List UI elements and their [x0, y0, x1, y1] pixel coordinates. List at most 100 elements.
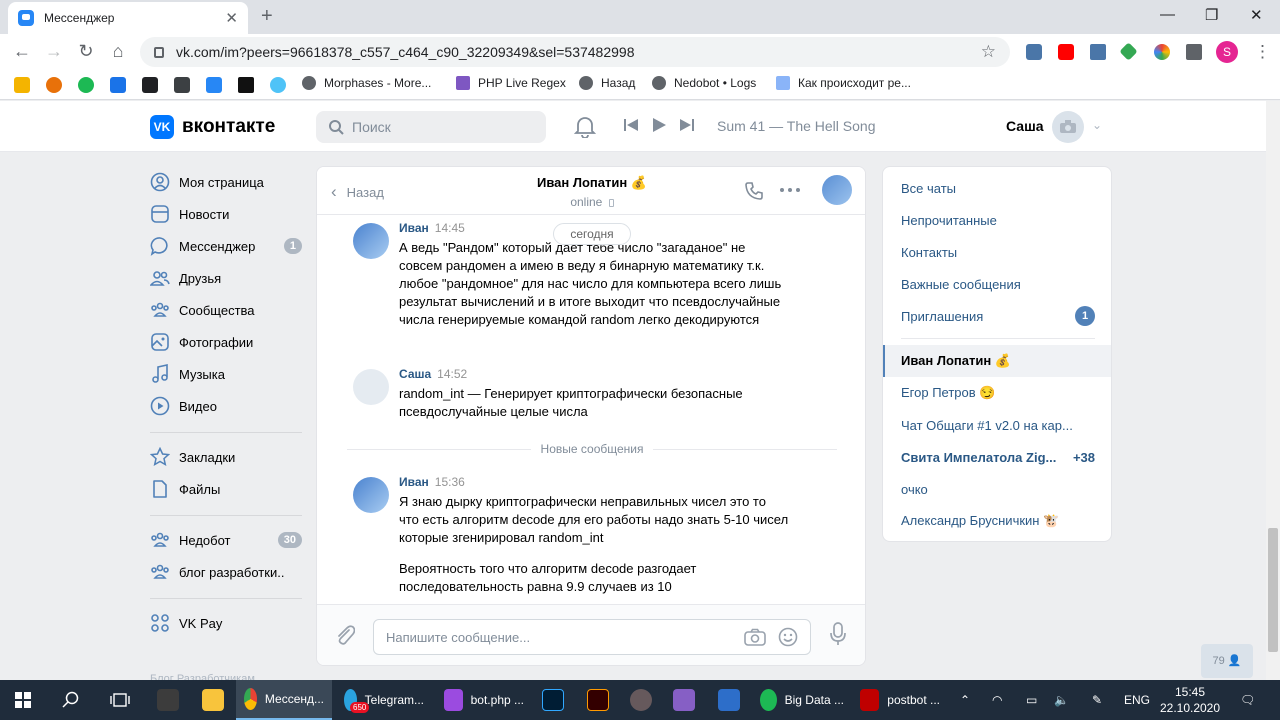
puzzle-extensions-icon[interactable]: [1186, 44, 1202, 60]
vk-extension-icon[interactable]: [1026, 44, 1042, 60]
message[interactable]: Иван 15:36 Я знаю дырку криптографически …: [353, 475, 833, 545]
menu-item-files[interactable]: Файлы: [150, 474, 302, 504]
bookmark-c-icon[interactable]: [238, 77, 254, 93]
dialog-item[interactable]: Чат Общаги #1 v2.0 на кар...: [883, 409, 1111, 441]
taskbar-spotify[interactable]: Big Data ...: [752, 680, 852, 720]
new-tab-icon[interactable]: +: [261, 5, 273, 28]
dialog-item-unread[interactable]: Свита Импелатола Zig... +38: [883, 441, 1111, 473]
chevron-down-icon[interactable]: ⌄: [1092, 118, 1102, 132]
battery-icon[interactable]: ▭: [1026, 680, 1037, 720]
illustrator-icon[interactable]: [587, 689, 609, 711]
chrome-menu-icon[interactable]: ⋮: [1254, 42, 1271, 62]
bookmark-icon[interactable]: [78, 77, 94, 93]
extension-icon[interactable]: [1154, 44, 1170, 60]
bookmark-icon[interactable]: [270, 77, 286, 93]
notifications-icon[interactable]: 🗨: [1240, 680, 1255, 720]
dialog-item[interactable]: очко: [883, 473, 1111, 505]
message-author[interactable]: Иван: [399, 221, 429, 235]
taskbar-phpstorm[interactable]: bot.php ...: [436, 680, 532, 720]
more-icon[interactable]: [779, 187, 801, 193]
youtube-extension-icon[interactable]: [1058, 44, 1074, 60]
browser-tab-messenger[interactable]: Мессенджер ✕: [8, 2, 248, 34]
avatar[interactable]: [1052, 111, 1084, 143]
filter-invitations[interactable]: Приглашения 1: [883, 300, 1111, 332]
back-button[interactable]: ‹ Назад: [331, 182, 384, 202]
menu-item-bookmarks[interactable]: Закладки: [150, 442, 302, 472]
menu-item-communities[interactable]: Сообщества: [150, 295, 302, 325]
menu-item-video[interactable]: Видео: [150, 391, 302, 421]
bookmark-messenger-icon[interactable]: [206, 77, 222, 93]
reload-icon[interactable]: ↻: [76, 41, 96, 62]
menu-item-nedobot[interactable]: Недобот 30: [150, 525, 302, 555]
restore-icon[interactable]: ❐: [1205, 6, 1218, 24]
taskbar-telegram[interactable]: Telegram...: [336, 680, 432, 720]
bell-icon[interactable]: [574, 114, 596, 138]
home-icon[interactable]: ⌂: [108, 41, 128, 62]
menu-item-my-page[interactable]: Моя страница: [150, 167, 302, 197]
menu-item-photos[interactable]: Фотографии: [150, 327, 302, 357]
bookmark-php-live-regex[interactable]: PHP Live Regex: [456, 76, 566, 90]
forward-arrow-icon[interactable]: →: [44, 41, 64, 62]
file-explorer-icon[interactable]: [202, 689, 224, 711]
phone-icon[interactable]: [744, 181, 764, 201]
back-arrow-icon[interactable]: ←: [12, 41, 32, 62]
bookmark-how-it-works[interactable]: Как происходит ре...: [776, 76, 911, 90]
camera-icon[interactable]: [744, 628, 766, 646]
address-bar[interactable]: vk.com/im?peers=96618378_c557_c464_c90_3…: [140, 37, 1010, 67]
message[interactable]: Вероятность того что алгоритм decode раз…: [353, 542, 833, 594]
next-track-icon[interactable]: [680, 117, 694, 133]
filter-contacts[interactable]: Контакты: [883, 236, 1111, 268]
show-hidden-icons-icon[interactable]: ⌃: [960, 680, 970, 720]
menu-item-friends[interactable]: Друзья: [150, 263, 302, 293]
avatar[interactable]: [353, 369, 389, 405]
previous-track-icon[interactable]: [624, 117, 638, 133]
paperclip-icon[interactable]: [335, 624, 355, 646]
avatar[interactable]: [353, 223, 389, 259]
bookmark-rma-icon[interactable]: [14, 77, 30, 93]
filter-unread[interactable]: Непрочитанные: [883, 204, 1111, 236]
menu-item-news[interactable]: Новости: [150, 199, 302, 229]
peer-avatar[interactable]: [822, 175, 852, 205]
dialog-item[interactable]: Егор Петров 😏: [883, 377, 1111, 409]
task-view-icon[interactable]: [110, 691, 130, 709]
message[interactable]: Саша 14:52 random_int — Генерирует крипто…: [353, 367, 833, 427]
filter-all-chats[interactable]: Все чаты: [883, 172, 1111, 204]
atom-icon[interactable]: [630, 689, 652, 711]
message-field[interactable]: [386, 629, 744, 645]
dialog-item[interactable]: Александр Брусничкин 🐮: [883, 505, 1111, 537]
avatar[interactable]: [353, 477, 389, 513]
menu-item-dev-blog[interactable]: блог разработки..: [150, 557, 302, 587]
microphone-icon[interactable]: [829, 622, 847, 646]
dialog-item-active[interactable]: Иван Лопатин 💰: [883, 345, 1111, 377]
extension-icon[interactable]: [1119, 42, 1138, 61]
close-tab-icon[interactable]: ✕: [225, 9, 238, 27]
store-icon[interactable]: [157, 689, 179, 711]
minimize-icon[interactable]: —: [1160, 6, 1175, 23]
user-name[interactable]: Саша: [1006, 118, 1044, 134]
page-scrollbar[interactable]: [1266, 101, 1280, 680]
app-icon[interactable]: [718, 689, 740, 711]
language-indicator[interactable]: ENG: [1124, 680, 1150, 720]
visual-studio-icon[interactable]: [673, 689, 695, 711]
menu-item-music[interactable]: Музыка: [150, 359, 302, 389]
vk-logo[interactable]: VK вконтакте: [150, 115, 275, 139]
bookmark-back[interactable]: Назад: [579, 76, 635, 90]
online-friends-button[interactable]: 79 👤: [1201, 644, 1253, 678]
clock[interactable]: 15:45 22.10.2020: [1148, 684, 1232, 716]
windows-start-icon[interactable]: [15, 692, 31, 708]
play-icon[interactable]: [651, 117, 667, 133]
search-icon[interactable]: [62, 691, 80, 709]
taskbar-filezilla[interactable]: postbot ...: [852, 680, 948, 720]
bookmark-mail-icon[interactable]: [174, 77, 190, 93]
extension-icon[interactable]: [1090, 44, 1106, 60]
bookmark-ubuntu-icon[interactable]: [46, 77, 62, 93]
bookmark-wifi-icon[interactable]: [110, 77, 126, 93]
menu-item-messenger[interactable]: Мессенджер 1: [150, 231, 302, 261]
taskbar-chrome[interactable]: Мессенд...: [236, 680, 332, 720]
message-input[interactable]: [373, 619, 811, 655]
bookmark-nedobot-logs[interactable]: Nedobot • Logs: [652, 76, 756, 90]
pen-icon[interactable]: ✎: [1092, 680, 1102, 720]
scrollbar-thumb[interactable]: [1268, 528, 1278, 652]
message-author[interactable]: Иван: [399, 475, 429, 489]
search-input[interactable]: Поиск: [316, 111, 546, 143]
